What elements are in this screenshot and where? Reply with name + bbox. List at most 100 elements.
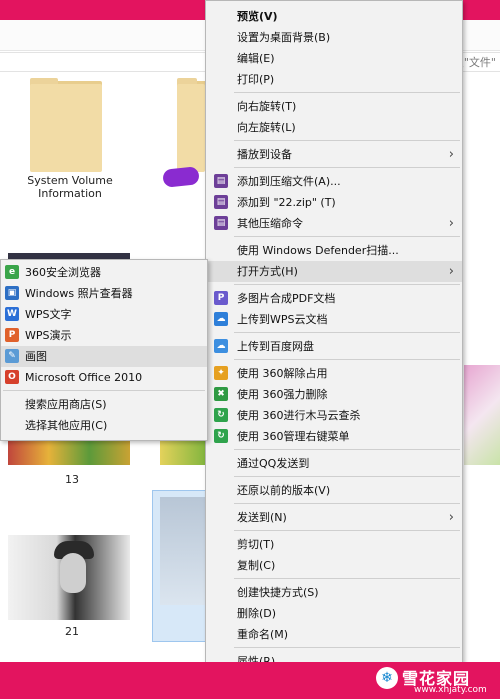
pdf-icon: P <box>214 291 228 305</box>
menu-item-v[interactable]: 还原以前的版本(V) <box>206 480 462 501</box>
chevron-right-icon: › <box>448 510 454 525</box>
menu-item-label: Windows 照片查看器 <box>25 287 133 300</box>
menu-item-label: 重命名(M) <box>237 628 289 641</box>
chevron-right-icon: › <box>448 216 454 231</box>
menu-item-c[interactable]: 选择其他应用(C) <box>1 415 207 436</box>
menu-item-360[interactable]: ↻ 使用 360管理右键菜单 <box>206 426 462 447</box>
menu-item-l[interactable]: 向左旋转(L) <box>206 117 462 138</box>
context-menu: 预览(V) 设置为桌面背景(B) 编辑(E) 打印(P) 向右旋转(T) 向左旋转(L) 播… <box>205 0 463 679</box>
menu-item-wps[interactable]: ☁ 上传到WPS云文档 <box>206 309 462 330</box>
menu-separator <box>234 476 460 477</box>
menu-item-wps[interactable]: P WPS演示 <box>1 325 207 346</box>
menu-separator <box>234 236 460 237</box>
menu-separator <box>234 332 460 333</box>
menu-item-label: 创建快捷方式(S) <box>237 586 319 599</box>
menu-item-p[interactable]: 打印(P) <box>206 69 462 90</box>
menu-item-s[interactable]: 搜索应用商店(S) <box>1 394 207 415</box>
360-scan-icon: ↻ <box>214 408 228 422</box>
snowflake-logo-icon: ❄ <box>376 667 398 689</box>
office-icon: O <box>5 370 19 384</box>
open-with-submenu: e 360安全浏览器 ▣ Windows 照片查看器 W WPS文字 P WPS演示 ✎ 画图 O M… <box>0 259 208 441</box>
menu-item-label: 使用 360强力删除 <box>237 388 328 401</box>
photo-viewer-icon: ▣ <box>5 286 19 300</box>
menu-item-e[interactable]: 编辑(E) <box>206 48 462 69</box>
menu-item-label: 画图 <box>25 350 47 363</box>
menu-item-label: 设置为桌面背景(B) <box>237 31 331 44</box>
wps-cloud-icon: ☁ <box>214 312 228 326</box>
image-thumbnail[interactable] <box>464 365 500 465</box>
menu-item-label: 使用 360解除占用 <box>237 367 328 380</box>
menu-item-label: 复制(C) <box>237 559 276 572</box>
menu-item-windows-defender[interactable]: 使用 Windows Defender扫描... <box>206 240 462 261</box>
menu-item-label: 多图片合成PDF文档 <box>237 292 336 305</box>
menu-item-360[interactable]: ✦ 使用 360解除占用 <box>206 363 462 384</box>
menu-item-label: 编辑(E) <box>237 52 275 65</box>
chevron-right-icon: › <box>448 264 454 279</box>
image-thumbnail[interactable] <box>8 440 130 465</box>
menu-item-label: 上传到WPS云文档 <box>237 313 328 326</box>
menu-item-wps[interactable]: W WPS文字 <box>1 304 207 325</box>
menu-separator <box>234 92 460 93</box>
menu-item-22-zip-t[interactable]: ▤ 添加到 "22.zip" (T) <box>206 192 462 213</box>
360-browser-icon: e <box>5 265 19 279</box>
menu-item-b[interactable]: 设置为桌面背景(B) <box>206 27 462 48</box>
menu-item-360[interactable]: ✖ 使用 360强力删除 <box>206 384 462 405</box>
menu-item-n[interactable]: 发送到(N) › <box>206 507 462 528</box>
menu-item-label: 通过QQ发送到 <box>237 457 310 470</box>
menu-item-windows[interactable]: ▣ Windows 照片查看器 <box>1 283 207 304</box>
menu-separator <box>234 578 460 579</box>
menu-item-t[interactable]: 剪切(T) <box>206 534 462 555</box>
menu-item-label: 向左旋转(L) <box>237 121 296 134</box>
menu-item-label: Microsoft Office 2010 <box>25 371 143 384</box>
menu-item-label: 剪切(T) <box>237 538 275 551</box>
360-menu-icon: ↻ <box>214 429 228 443</box>
menu-item-label: 发送到(N) <box>237 511 287 524</box>
menu-item-s[interactable]: 创建快捷方式(S) <box>206 582 462 603</box>
menu-separator <box>234 167 460 168</box>
menu-item-d[interactable]: 删除(D) <box>206 603 462 624</box>
menu-item-label: 360安全浏览器 <box>25 266 101 279</box>
thumbnail-caption-13: 13 <box>65 473 79 486</box>
wps-presentation-icon: P <box>5 328 19 342</box>
thumbnail-caption-21: 21 <box>65 625 79 638</box>
menu-item-label: 使用 360进行木马云查杀 <box>237 409 361 422</box>
menu-item-v[interactable]: 预览(V) <box>206 6 462 27</box>
menu-item-item-6[interactable]: 播放到设备 › <box>206 144 462 165</box>
360-unlock-icon: ✦ <box>214 366 228 380</box>
image-thumbnail[interactable] <box>160 440 208 465</box>
menu-item-label: WPS演示 <box>25 329 72 342</box>
chevron-right-icon: › <box>448 147 454 162</box>
menu-item-a[interactable]: ▤ 添加到压缩文件(A)... <box>206 171 462 192</box>
menu-item-label: 搜索应用商店(S) <box>25 398 107 411</box>
menu-separator <box>234 449 460 450</box>
menu-separator <box>234 503 460 504</box>
menu-item-qq[interactable]: 通过QQ发送到 <box>206 453 462 474</box>
menu-item-h[interactable]: 打开方式(H) › <box>206 261 462 282</box>
folder-icon <box>177 84 205 172</box>
menu-separator <box>234 284 460 285</box>
menu-item-item-14[interactable]: ☁ 上传到百度网盘 <box>206 336 462 357</box>
menu-item-m[interactable]: 重命名(M) <box>206 624 462 645</box>
menu-separator <box>234 530 460 531</box>
menu-item-item-9[interactable]: ▤ 其他压缩命令 › <box>206 213 462 234</box>
menu-item-label: 使用 Windows Defender扫描... <box>237 244 399 257</box>
baidu-netdisk-icon: ☁ <box>214 339 228 353</box>
portrait-photo-thumbnail[interactable] <box>8 535 130 620</box>
menu-separator <box>234 647 460 648</box>
menu-item-label: 打开方式(H) <box>237 265 298 278</box>
menu-item-label: 使用 360管理右键菜单 <box>237 430 350 443</box>
menu-separator <box>234 359 460 360</box>
menu-item-label: 其他压缩命令 <box>237 217 303 230</box>
menu-item-360[interactable]: e 360安全浏览器 <box>1 262 207 283</box>
menu-item-t[interactable]: 向右旋转(T) <box>206 96 462 117</box>
folder-icon <box>30 84 102 172</box>
menu-item-label: 上传到百度网盘 <box>237 340 314 353</box>
paint-icon: ✎ <box>5 349 19 363</box>
menu-item-microsoft-office-2010[interactable]: O Microsoft Office 2010 <box>1 367 207 388</box>
menu-item-item-4[interactable]: ✎ 画图 <box>1 346 207 367</box>
menu-item-c[interactable]: 复制(C) <box>206 555 462 576</box>
menu-item-label: 向右旋转(T) <box>237 100 297 113</box>
menu-item-360[interactable]: ↻ 使用 360进行木马云查杀 <box>206 405 462 426</box>
winrar-icon: ▤ <box>214 195 228 209</box>
menu-item-pdf[interactable]: P 多图片合成PDF文档 <box>206 288 462 309</box>
